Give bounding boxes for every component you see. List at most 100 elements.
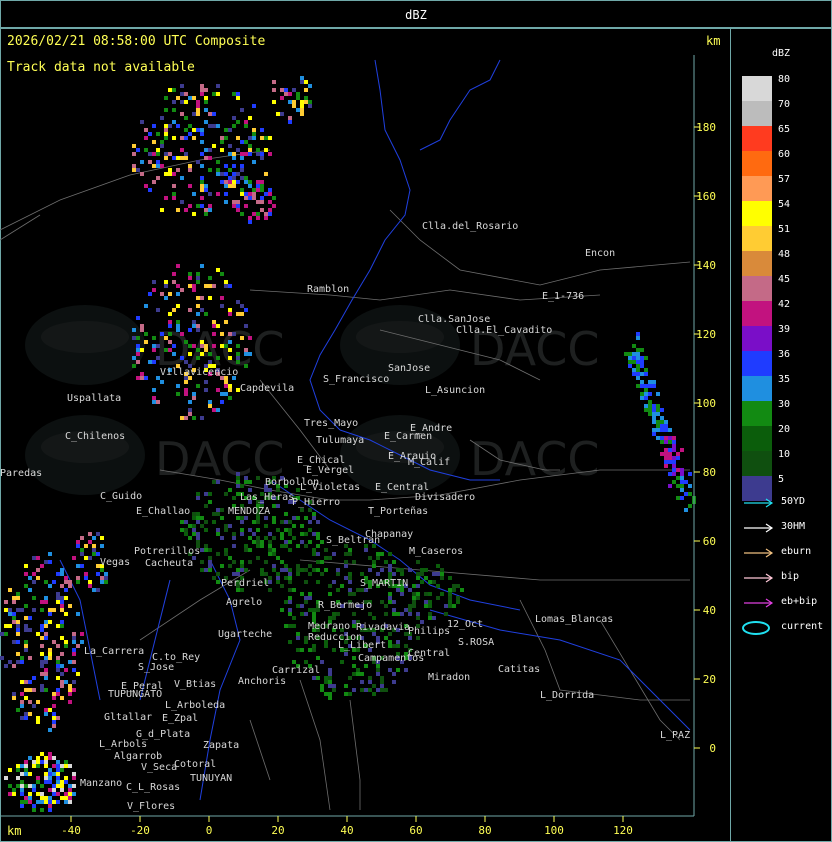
radar-echo (232, 332, 236, 336)
place-label[interactable]: Gltallar (104, 712, 152, 723)
place-label[interactable]: E_Zpal (162, 713, 198, 724)
radar-echo (20, 788, 24, 792)
place-label[interactable]: C_Chilenos (65, 431, 125, 442)
place-label[interactable]: Villavicencio (160, 367, 238, 378)
place-label[interactable]: M_Caseros (409, 546, 463, 557)
place-label[interactable]: E_Vergel (306, 465, 354, 476)
place-label[interactable]: C_L_Rosas (126, 782, 180, 793)
place-label[interactable]: C_Guido (100, 491, 142, 502)
radar-echo (456, 596, 460, 600)
place-label[interactable]: T_Porteñas (368, 506, 428, 517)
radar-echo (168, 168, 172, 172)
radar-echo (240, 520, 244, 524)
place-label[interactable]: E_Challao (136, 506, 190, 517)
legend-level-label: 10 (778, 449, 791, 460)
place-label[interactable]: S_Beltran (326, 535, 380, 546)
place-label[interactable]: 12_Oct (447, 619, 483, 630)
place-label[interactable]: S_Jose (138, 662, 174, 673)
place-label[interactable]: L_Violetas (300, 482, 360, 493)
radar-echo (224, 320, 228, 324)
radar-echo (360, 672, 364, 676)
place-label[interactable]: E_Carmen (384, 431, 432, 442)
place-label[interactable]: P_Hierro (292, 497, 340, 508)
place-label[interactable]: Anchoris (238, 676, 286, 687)
place-label[interactable]: Philips (408, 626, 450, 637)
place-label[interactable]: Medrano (308, 621, 350, 632)
place-label[interactable]: L_Dorrida (540, 690, 594, 701)
place-label[interactable]: Tres_Mayo (304, 418, 358, 429)
place-label[interactable]: MENDOZA (228, 506, 270, 517)
place-label[interactable]: S_Francisco (323, 374, 389, 385)
place-label[interactable]: Divisadero (415, 492, 475, 503)
legend-level-label: 39 (778, 324, 791, 335)
place-label[interactable]: Rivadavia (356, 622, 410, 633)
place-label[interactable]: G_d_Plata (136, 729, 190, 740)
place-label[interactable]: L_Arbols (99, 739, 147, 750)
radar-echo (88, 532, 92, 536)
radar-echo (40, 636, 44, 640)
radar-echo (196, 532, 200, 536)
place-label[interactable]: V_Seca (141, 762, 177, 773)
radar-echo (372, 684, 376, 688)
radar-echo (380, 552, 384, 556)
radar-echo (24, 616, 28, 620)
place-label[interactable]: M_Calif (408, 457, 450, 468)
place-label[interactable]: Tulumaya (316, 435, 364, 446)
place-label[interactable]: Clla.SanJose (418, 314, 490, 325)
place-label[interactable]: Catitas (498, 664, 540, 675)
place-label[interactable]: L_Asuncion (425, 385, 485, 396)
place-label[interactable]: L_Libert (338, 640, 386, 651)
radar-echo (44, 796, 48, 800)
place-label[interactable]: Central (408, 648, 450, 659)
place-label[interactable]: Las_Heras (240, 492, 294, 503)
place-label[interactable]: V_Btias (174, 679, 216, 690)
radar-echo (12, 596, 16, 600)
place-label[interactable]: L_PAZ (660, 730, 690, 741)
radar-echo (224, 524, 228, 528)
place-label[interactable]: E_Central (375, 482, 429, 493)
radar-echo (256, 184, 260, 188)
place-label[interactable]: La_Carrera (84, 646, 144, 657)
place-label[interactable]: Clla.El_Cavadito (456, 325, 552, 336)
radar-echo (28, 796, 32, 800)
place-label[interactable]: Capdevila (240, 383, 294, 394)
place-label[interactable]: Clla.del_Rosario (422, 221, 518, 232)
radar-echo (368, 688, 372, 692)
place-label[interactable]: Encon (585, 248, 615, 259)
radar-map[interactable]: DACCDACCDACCDACC Clla.del_RosarioEnconE_… (0, 0, 832, 842)
place-label[interactable]: E_1-736 (542, 291, 584, 302)
place-label[interactable]: S.ROSA (458, 637, 494, 648)
place-label[interactable]: Cotoral (174, 759, 216, 770)
radar-echo (196, 204, 200, 208)
place-label[interactable]: R_Bermejo (318, 600, 372, 611)
place-label[interactable]: Uspallata (67, 393, 121, 404)
place-label[interactable]: S_MARTIN (360, 578, 408, 589)
radar-echo (20, 680, 24, 684)
place-label[interactable]: Cacheuta (145, 558, 193, 569)
place-label[interactable]: Lomas_Blancas (535, 614, 613, 625)
place-label[interactable]: Perdriel (221, 578, 269, 589)
place-label[interactable]: Ramblon (307, 284, 349, 295)
track-legend-label: eburn (781, 546, 812, 557)
radar-echo (292, 88, 296, 92)
place-label[interactable]: V_Flores (127, 801, 175, 812)
place-label[interactable]: Miradon (428, 672, 470, 683)
y-tick-label: 60 (703, 535, 716, 548)
place-label[interactable]: Agrelo (226, 597, 262, 608)
place-label[interactable]: TUNUYAN (190, 773, 232, 784)
place-label[interactable]: L_Arboleda (165, 700, 225, 711)
place-label[interactable]: SanJose (388, 363, 430, 374)
place-label[interactable]: Paredas (0, 468, 42, 479)
place-label[interactable]: Algarrob (114, 751, 162, 762)
radar-echo (64, 644, 68, 648)
place-label[interactable]: Potrerillos (134, 546, 200, 557)
place-label[interactable]: Ugarteche (218, 629, 272, 640)
place-label[interactable]: Zapata (203, 740, 239, 751)
radar-echo (648, 380, 652, 384)
legend-swatch (742, 326, 772, 351)
radar-echo (416, 616, 420, 620)
place-label[interactable]: Carrizal (272, 665, 320, 676)
place-label[interactable]: TUPUNGATO (108, 689, 162, 700)
place-label[interactable]: Vegas (100, 557, 130, 568)
place-label[interactable]: Manzano (80, 778, 122, 789)
